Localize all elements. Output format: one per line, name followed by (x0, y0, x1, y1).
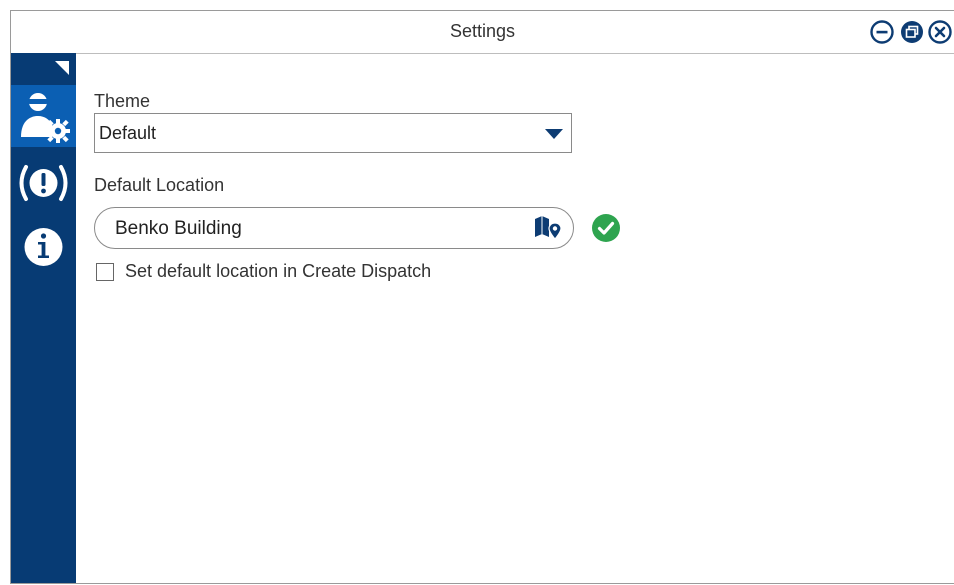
default-location-input[interactable]: Benko Building (94, 207, 574, 249)
info-icon (24, 228, 63, 266)
sidebar-item-alerts[interactable] (11, 153, 76, 215)
close-button[interactable] (928, 20, 952, 44)
minimize-button[interactable] (870, 20, 894, 44)
circle-restore-icon (901, 21, 923, 43)
set-default-location-checkbox[interactable] (96, 263, 114, 281)
sidebar-item-user-settings[interactable] (11, 85, 76, 147)
location-value: Benko Building (115, 218, 242, 239)
restore-button[interactable] (900, 20, 924, 44)
checkbox-label: Set default location in Create Dispatch (125, 261, 432, 281)
default-location-label: Default Location (94, 175, 225, 195)
sidebar-item-about[interactable] (11, 217, 76, 279)
map-location-button[interactable] (533, 215, 563, 241)
sidebar (11, 53, 76, 583)
theme-select[interactable]: Default (94, 113, 572, 153)
collapse-triangle-icon[interactable] (55, 61, 69, 75)
circle-minus-icon (870, 20, 894, 44)
map-pin-icon (535, 216, 562, 240)
alert-broadcast-icon (19, 165, 68, 201)
theme-select-value: Default (99, 123, 157, 143)
title-bar: Settings (11, 11, 954, 54)
settings-content: Theme Default Default Location Benko Bui… (76, 53, 954, 583)
check-circle-icon (591, 213, 621, 243)
theme-label: Theme (94, 91, 151, 111)
dropdown-arrow-icon (545, 129, 563, 139)
circle-close-icon (928, 20, 952, 44)
window-title: Settings (449, 21, 516, 41)
settings-window: Settings Theme Default Default Location … (10, 10, 954, 584)
user-gear-icon (21, 93, 70, 143)
